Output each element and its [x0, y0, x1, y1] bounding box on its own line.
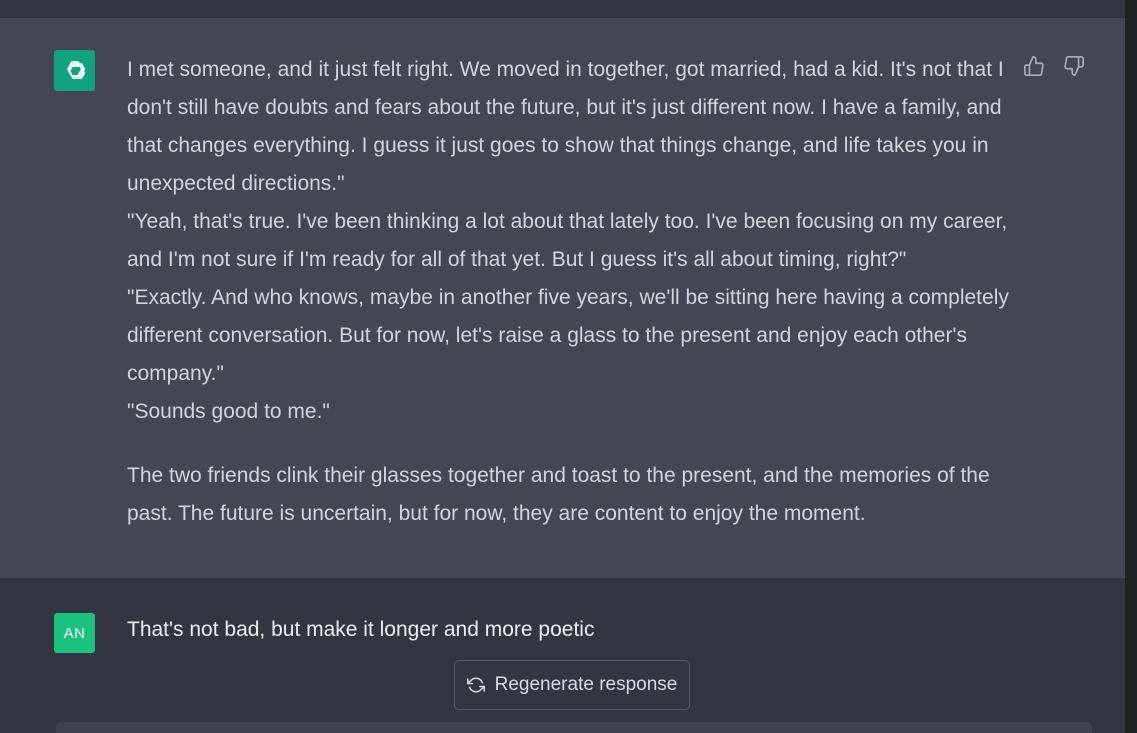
message-paragraph: The two friends clink their glasses toge… [127, 464, 990, 525]
user-message-text: That's not bad, but make it longer and m… [127, 618, 595, 641]
assistant-avatar [54, 50, 95, 91]
thumbs-up-button[interactable] [1022, 54, 1046, 78]
message-paragraph: "Sounds good to me." [127, 400, 330, 423]
assistant-message: I met someone, and it just felt right. W… [0, 18, 1125, 578]
thumbs-down-button[interactable] [1062, 54, 1086, 78]
regenerate-label: Regenerate response [494, 674, 678, 695]
openai-logo-icon [66, 60, 85, 79]
scrollbar[interactable] [1125, 0, 1137, 733]
thumbs-down-icon [1064, 56, 1084, 76]
message-paragraph: I met someone, and it just felt right. W… [127, 58, 1004, 195]
message-paragraph: "Yeah, that's true. I've been thinking a… [127, 210, 1008, 271]
message-paragraph: "Exactly. And who knows, maybe in anothe… [127, 286, 1009, 385]
chat-viewport: I met someone, and it just felt right. W… [0, 0, 1125, 733]
assistant-message-text: I met someone, and it just felt right. W… [127, 51, 1012, 533]
regenerate-response-button[interactable]: Regenerate response [454, 660, 690, 710]
user-avatar: AN [54, 613, 95, 653]
refresh-icon [466, 677, 485, 693]
prompt-input[interactable] [56, 722, 1092, 733]
previous-message-edge [0, 0, 1125, 19]
thumbs-up-icon [1024, 56, 1044, 76]
